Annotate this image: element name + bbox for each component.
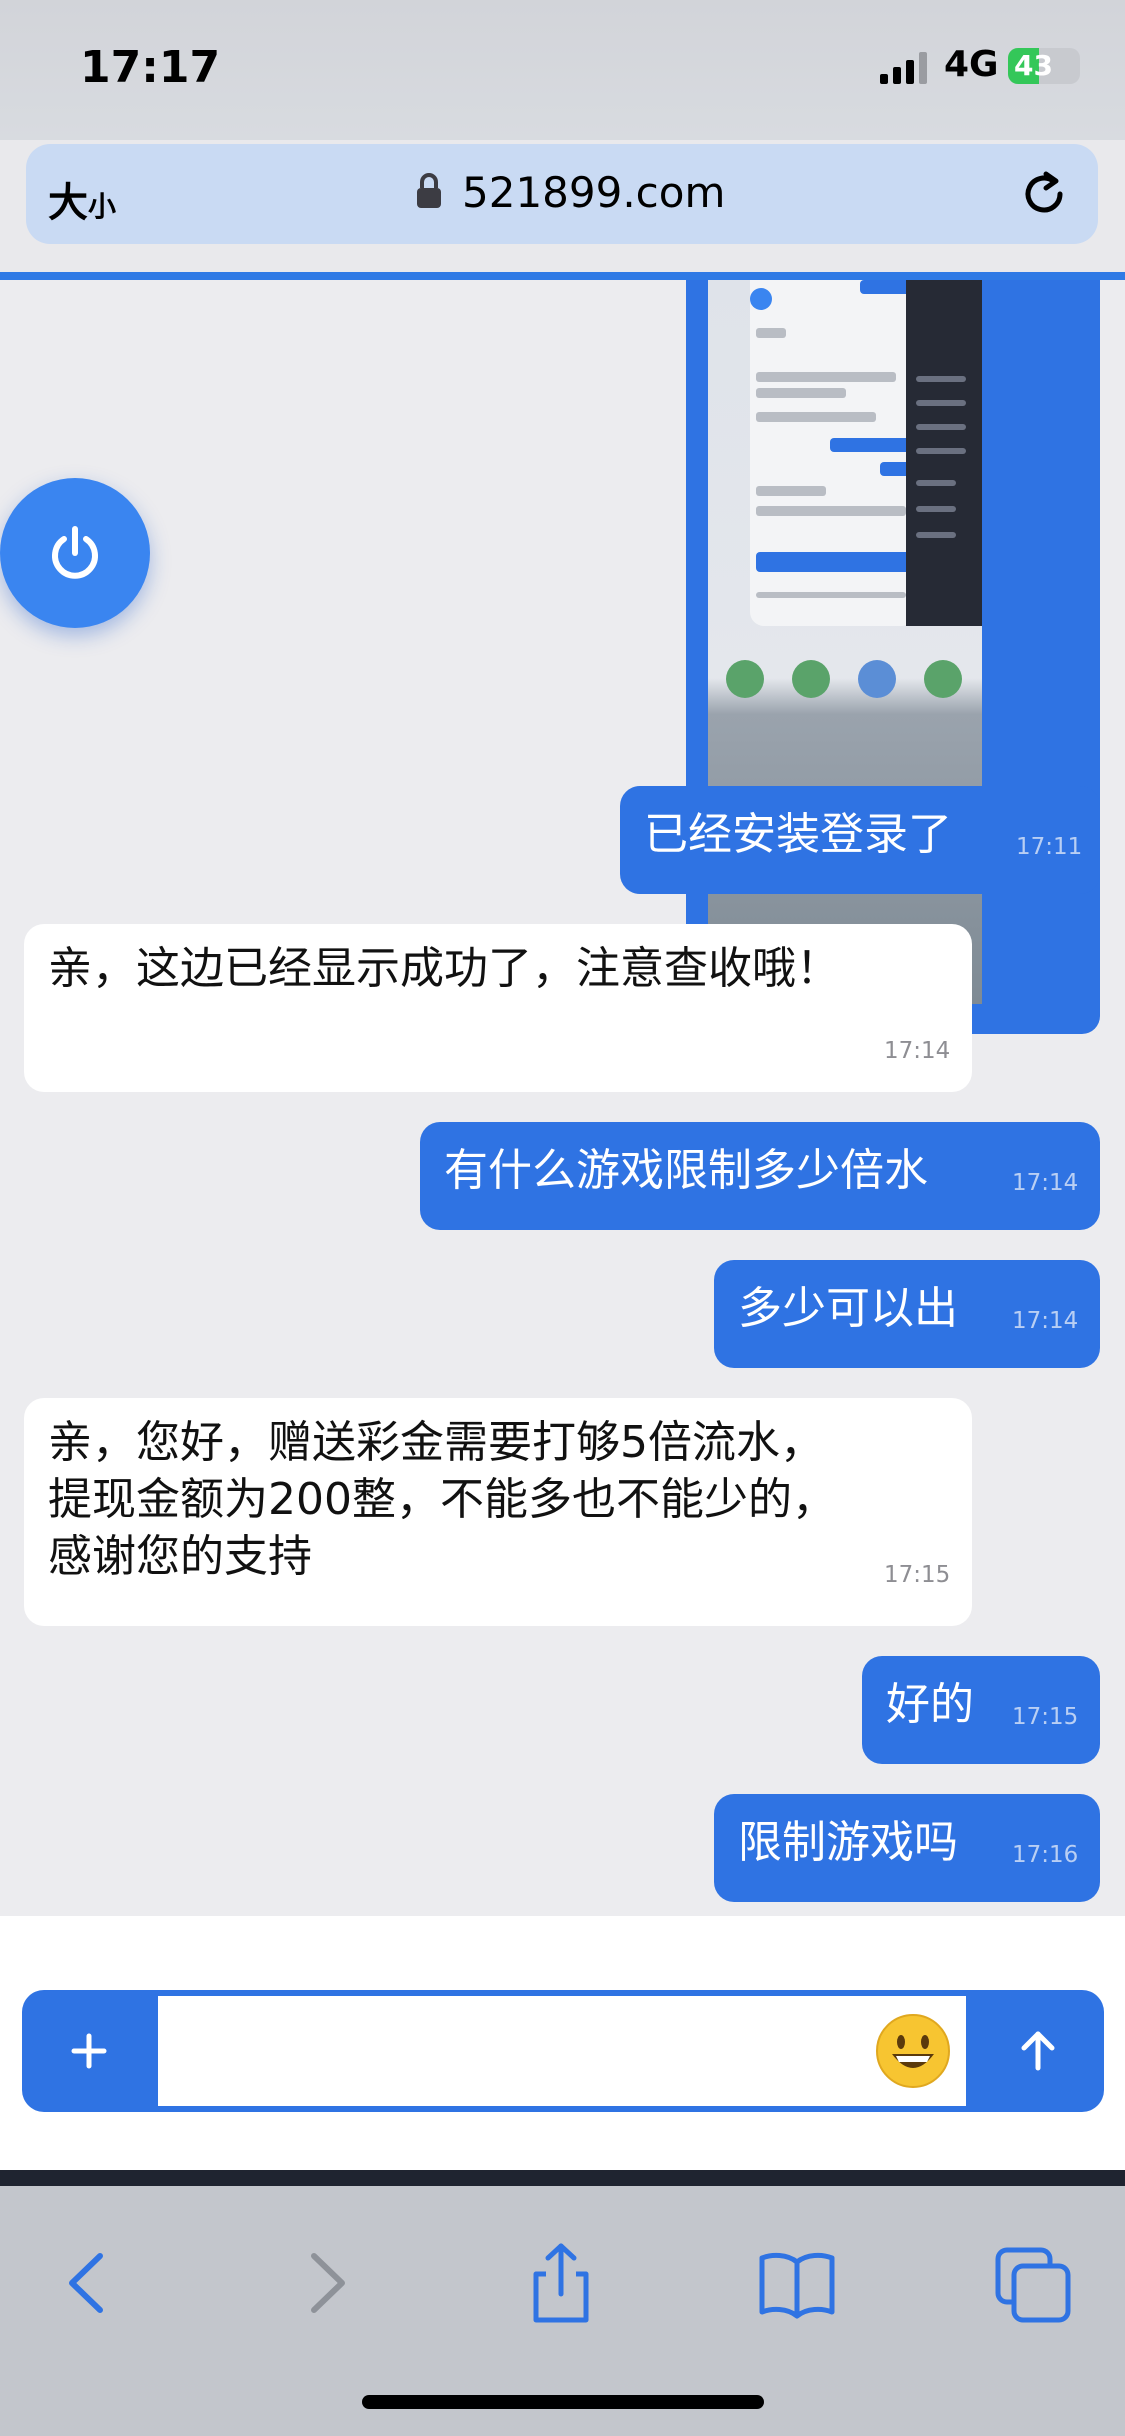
thumbnail-phone-frame [750,280,916,626]
url-text: 521899.com [462,168,726,217]
message-input[interactable] [158,1996,966,2106]
outgoing-message[interactable]: 多少可以出 17:14 [714,1260,1100,1368]
screenshot-thumbnail[interactable] [708,280,982,1004]
text-size-large: 大 [48,180,88,226]
reload-icon[interactable] [1016,166,1072,222]
message-text: 限制游戏吗 [738,1817,958,1868]
battery-icon: 43 [1008,48,1080,84]
message-text: 好的 [886,1679,974,1730]
message-time: 17:15 [1012,1704,1079,1730]
bookmarks-icon[interactable] [752,2238,842,2328]
plus-icon [71,2033,107,2069]
home-indicator [362,2395,764,2409]
address-bar[interactable]: 大小 521899.com [26,144,1098,244]
text-size-button[interactable]: 大小 [48,170,116,228]
back-icon[interactable] [42,2238,132,2328]
outgoing-message[interactable]: 已经安装登录了 17:11 [620,786,1100,894]
message-text: 有什么游戏限制多少倍水 [444,1145,928,1196]
message-text-line: 感谢您的支持 [48,1531,312,1582]
cellular-signal-icon [880,52,927,84]
incoming-message[interactable]: 亲，您好，赠送彩金需要打够5倍流水， 提现金额为200整，不能多也不能少的， 感… [24,1398,972,1626]
page-top-border [0,272,1125,280]
chat-history[interactable]: 已经安装登录了 17:11 亲，这边已经显示成功了，注意查收哦！ 17:14 有… [0,280,1125,1916]
forward-icon[interactable] [282,2238,372,2328]
message-time: 17:11 [1016,834,1083,860]
message-text: 多少可以出 [738,1283,958,1334]
outgoing-message[interactable]: 有什么游戏限制多少倍水 17:14 [420,1122,1100,1230]
outgoing-message[interactable]: 好的 17:15 [862,1656,1100,1764]
message-time: 17:14 [1012,1170,1079,1196]
battery-percent: 43 [1014,49,1053,82]
message-text-line: 提现金额为200整，不能多也不能少的， [48,1474,836,1525]
message-time: 17:16 [1012,1842,1079,1868]
share-icon[interactable] [516,2238,606,2328]
message-text: 已经安装登录了 [644,809,952,860]
power-icon [52,526,98,579]
status-time: 17:17 [80,42,221,93]
send-button[interactable] [972,1990,1104,2112]
status-bar: 17:17 4G 43 [0,0,1125,140]
arrow-up-icon [1021,2031,1055,2071]
outgoing-message[interactable]: 限制游戏吗 17:16 [714,1794,1100,1902]
message-time: 17:14 [884,1038,951,1064]
tabs-icon[interactable] [988,2238,1078,2328]
page-bottom-edge [0,2170,1125,2186]
attach-button[interactable] [22,1990,156,2112]
message-composer [22,1990,1104,2112]
message-time: 17:15 [884,1562,951,1588]
composer-area [0,1916,1125,2170]
incoming-message[interactable]: 亲，这边已经显示成功了，注意查收哦！ 17:14 [24,924,972,1092]
message-text-line: 亲，您好，赠送彩金需要打够5倍流水， [48,1417,824,1468]
emoji-icon[interactable] [874,2012,952,2090]
thumbnail-side-menu [906,280,982,626]
message-time: 17:14 [1012,1308,1079,1334]
image-message[interactable] [686,280,1100,1034]
power-button[interactable] [0,478,150,628]
network-type: 4G [944,44,999,85]
text-size-small: 小 [88,190,117,223]
lock-icon [417,173,441,208]
message-text: 亲，这边已经显示成功了，注意查收哦！ [48,943,840,994]
